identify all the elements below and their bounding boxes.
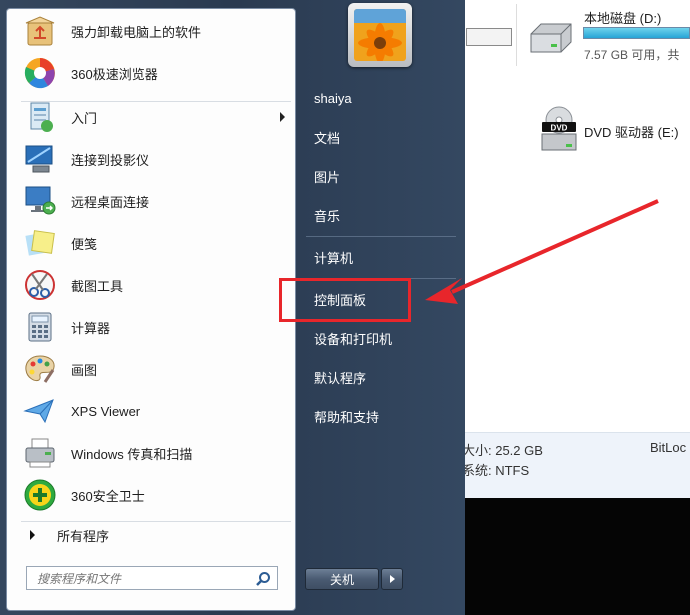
program-label: 计算器 <box>71 320 111 336</box>
detail-size: 大小: 25.2 GB <box>462 443 543 458</box>
submenu-arrow-icon <box>280 112 285 122</box>
program-xps-viewer[interactable]: XPS Viewer <box>13 391 295 431</box>
program-label: 360安全卫士 <box>71 488 145 504</box>
program-label: 画图 <box>71 362 98 378</box>
right-divider <box>306 236 456 237</box>
drive-d-name[interactable]: 本地磁盘 (D:) <box>584 8 661 27</box>
program-uninstaller[interactable]: 强力卸载电脑上的软件 <box>13 11 295 51</box>
programs-pane: 强力卸载电脑上的软件 360极速浏览器 入门 连接到投影仪 远程桌面连接 便笺 … <box>6 8 296 611</box>
drive-d-free-space: 7.57 GB 可用，共 <box>584 48 680 62</box>
search-input[interactable] <box>35 569 249 589</box>
program-label: 连接到投影仪 <box>71 152 150 168</box>
program-label: 强力卸载电脑上的软件 <box>71 24 202 40</box>
program-label: Windows 传真和扫描 <box>71 446 193 462</box>
program-projector[interactable]: 连接到投影仪 <box>13 139 295 179</box>
calculator-icon <box>28 312 52 342</box>
program-label: 远程桌面连接 <box>71 194 150 210</box>
flower-icon <box>354 9 406 61</box>
getting-started-icon <box>30 102 53 132</box>
security-360-icon <box>24 479 56 511</box>
scissors-icon <box>25 270 55 300</box>
dvd-drive-icon[interactable]: DVD <box>540 106 578 154</box>
user-avatar[interactable] <box>348 3 412 67</box>
program-calculator[interactable]: 计算器 <box>13 307 295 347</box>
shutdown-label: 关机 <box>329 572 354 587</box>
program-snipping-tool[interactable]: 截图工具 <box>13 265 295 305</box>
program-getting-started[interactable]: 入门 <box>13 97 295 137</box>
hard-drive-icon[interactable] <box>527 20 575 56</box>
dark-region <box>462 498 690 615</box>
program-label: 360极速浏览器 <box>71 66 158 82</box>
detail-filesystem: 系统: NTFS <box>462 463 530 478</box>
shutdown-options-button[interactable] <box>381 568 403 590</box>
dvd-icon-text: DVD <box>551 124 568 133</box>
fax-scanner-icon <box>25 438 55 468</box>
search-icon[interactable] <box>255 571 271 587</box>
dvd-drive-name[interactable]: DVD 驱动器 (E:) <box>584 122 679 141</box>
all-programs-button[interactable]: 所有程序 <box>10 522 286 548</box>
program-fax-scan[interactable]: Windows 传真和扫描 <box>13 433 295 473</box>
program-paint[interactable]: 画图 <box>13 349 295 389</box>
computer-item[interactable]: 计算机 <box>306 243 456 271</box>
program-360-browser[interactable]: 360极速浏览器 <box>13 53 295 93</box>
user-name-item[interactable]: shaiya <box>306 84 456 112</box>
program-label: XPS Viewer <box>71 403 141 419</box>
help-support-item[interactable]: 帮助和支持 <box>306 402 456 430</box>
expand-arrow-icon <box>30 530 35 540</box>
paint-palette-icon <box>25 355 55 383</box>
drive-d-usage-bar <box>583 27 690 39</box>
program-remote-desktop[interactable]: 远程桌面连接 <box>13 181 295 221</box>
control-panel-highlight <box>279 278 411 322</box>
default-programs-item[interactable]: 默认程序 <box>306 363 456 391</box>
shutdown-button[interactable]: 关机 <box>305 568 379 590</box>
devices-printers-item[interactable]: 设备和打印机 <box>306 324 456 352</box>
browser-360-icon <box>24 58 55 89</box>
projector-icon <box>25 145 53 173</box>
program-sticky-notes[interactable]: 便笺 <box>13 223 295 263</box>
search-field[interactable] <box>26 566 278 590</box>
program-label: 入门 <box>71 110 98 126</box>
detail-bitlocker: BitLoc <box>650 440 687 455</box>
pictures-item[interactable]: 图片 <box>306 162 456 190</box>
recycle-box-icon <box>25 16 55 46</box>
xps-viewer-icon <box>23 399 54 424</box>
program-label: 便笺 <box>71 236 98 252</box>
music-item[interactable]: 音乐 <box>306 201 456 229</box>
program-label: 截图工具 <box>71 278 124 294</box>
all-programs-label: 所有程序 <box>57 528 110 544</box>
sticky-notes-icon <box>25 230 55 256</box>
chevron-right-icon <box>390 575 395 583</box>
remote-desktop-icon <box>25 186 56 215</box>
program-360-security[interactable]: 360安全卫士 <box>13 475 295 515</box>
drive-c-usage-bar <box>466 28 512 46</box>
documents-item[interactable]: 文档 <box>306 123 456 151</box>
